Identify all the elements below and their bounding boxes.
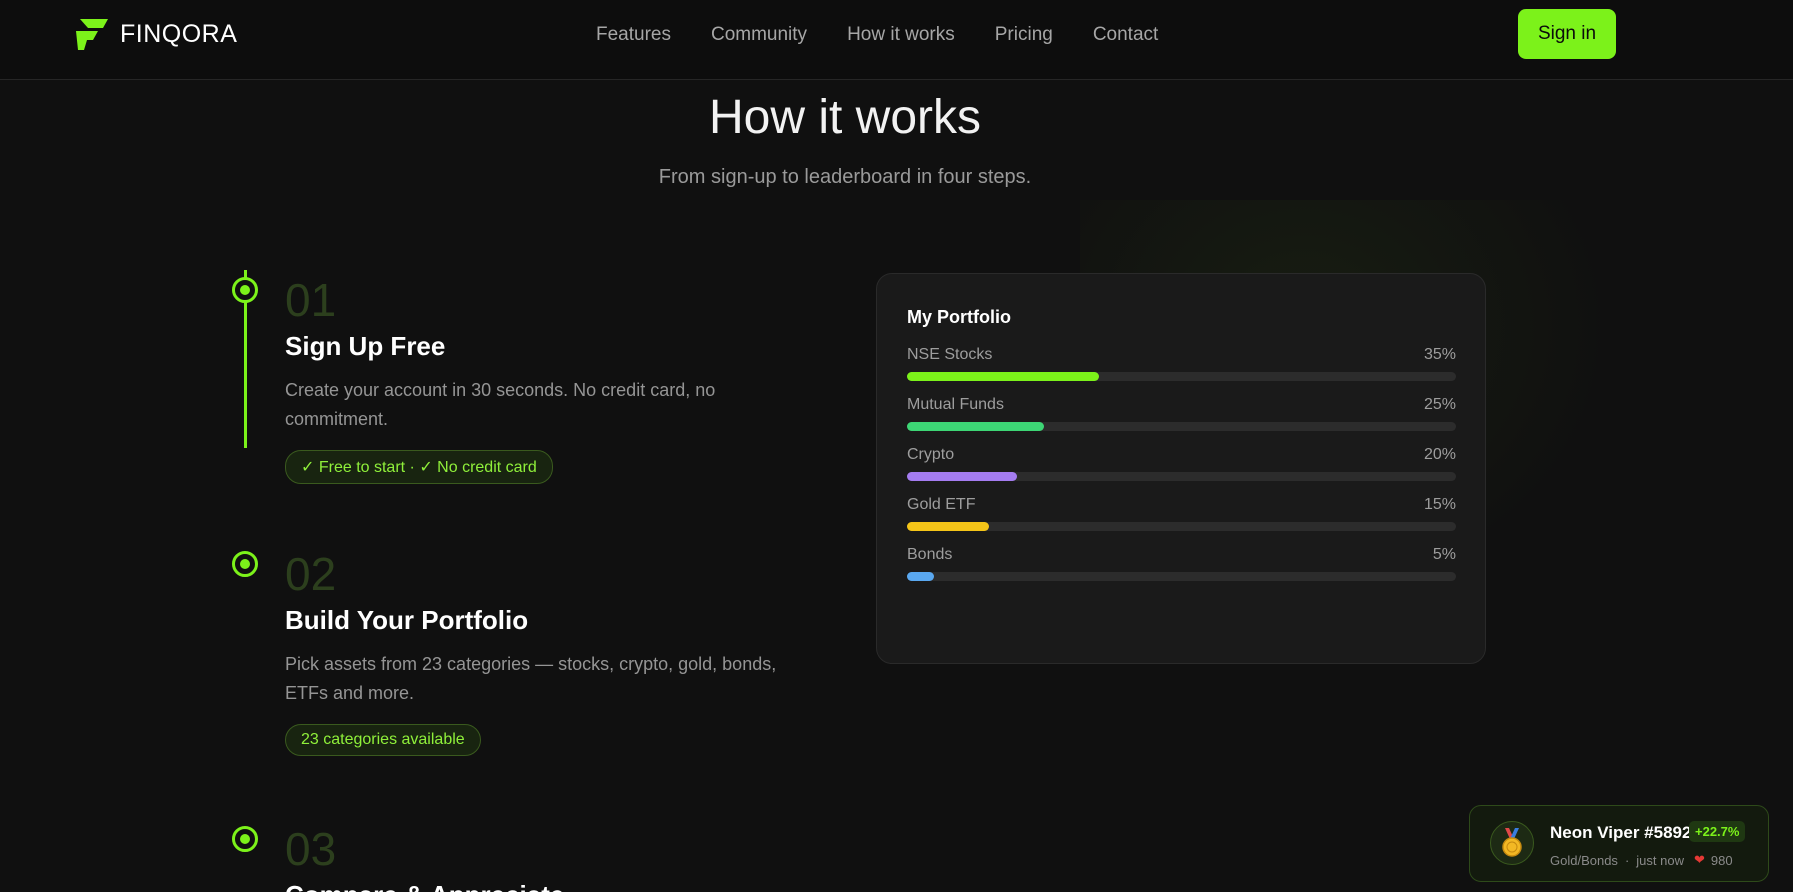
- top-navbar: FINQORA Features Community How it works …: [0, 0, 1793, 80]
- allocation-label: NSE Stocks: [907, 346, 993, 363]
- allocation-gold-etf: Gold ETF 15%: [907, 496, 1456, 531]
- step-2-dot-icon: [232, 551, 258, 577]
- allocation-label: Crypto: [907, 446, 955, 463]
- toast-likes: 980: [1710, 852, 1733, 868]
- finqora-logo-icon: [76, 19, 108, 50]
- step-2: 02 Build Your Portfolio Pick assets from…: [285, 551, 825, 756]
- allocation-percent: 15%: [1423, 496, 1456, 513]
- portfolio-card: My Portfolio NSE Stocks 35% Mutual Funds…: [876, 273, 1486, 664]
- allocation-bar-fill: [907, 422, 1045, 431]
- toast-change-badge: +22.7%: [1689, 821, 1746, 842]
- step-description: Create your account in 30 seconds. No cr…: [285, 380, 716, 429]
- allocation-label: Mutual Funds: [907, 396, 1004, 413]
- logo-text: FINQORA: [120, 19, 238, 48]
- section-subtitle: From sign-up to leaderboard in four step…: [658, 166, 1032, 188]
- allocation-bar-track: [907, 522, 1456, 531]
- allocation-bar-track: [907, 422, 1456, 431]
- allocation-label: Bonds: [907, 546, 953, 563]
- nav-links: Features Community How it works Pricing …: [596, 24, 1198, 46]
- toast-meta: Gold/Bonds · just now ❤ 980: [1550, 852, 1733, 868]
- allocation-nse-stocks: NSE Stocks 35%: [907, 346, 1456, 381]
- allocation-bonds: Bonds 5%: [907, 546, 1456, 581]
- nav-link-how-it-works[interactable]: How it works: [847, 24, 955, 46]
- allocation-bar-fill: [907, 472, 1017, 481]
- step-description: Pick assets from 23 categories — stocks,…: [285, 654, 777, 703]
- allocation-bar-fill: [907, 372, 1100, 381]
- allocation-bar-track: [907, 572, 1456, 581]
- portfolio-title: My Portfolio: [907, 307, 1011, 327]
- step-badge: 23 categories available: [285, 724, 481, 756]
- nav-link-pricing[interactable]: Pricing: [995, 24, 1053, 46]
- allocation-bar-fill: [907, 522, 990, 531]
- allocation-bar-track: [907, 372, 1456, 381]
- allocation-bar-fill: [907, 572, 935, 581]
- logo[interactable]: FINQORA: [74, 17, 237, 51]
- step-3: 03 Compare & Appreciate: [285, 826, 825, 892]
- toast-category: Gold/Bonds: [1550, 852, 1618, 868]
- step-title: Build Your Portfolio: [285, 605, 529, 635]
- nav-link-community[interactable]: Community: [711, 24, 807, 46]
- medal-icon: [1490, 821, 1534, 865]
- separator: ·: [1624, 852, 1630, 868]
- allocation-label: Gold ETF: [907, 496, 976, 513]
- step-number: 02: [285, 548, 337, 600]
- sign-in-button[interactable]: Sign in: [1518, 9, 1616, 59]
- step-badge: ✓ Free to start · ✓ No credit card: [285, 450, 553, 484]
- allocation-percent: 25%: [1423, 396, 1456, 413]
- toast-time: just now: [1636, 852, 1684, 868]
- allocation-percent: 20%: [1423, 446, 1456, 463]
- step-3-dot-icon: [232, 826, 258, 852]
- allocation-mutual-funds: Mutual Funds 25%: [907, 396, 1456, 431]
- step-number: 01: [285, 274, 337, 326]
- step-1: 01 Sign Up Free Create your account in 3…: [285, 277, 825, 484]
- allocation-bar-track: [907, 472, 1456, 481]
- step-title: Compare & Appreciate: [285, 880, 825, 892]
- step-1-dot-icon: [232, 277, 258, 303]
- nav-link-features[interactable]: Features: [596, 24, 671, 46]
- allocation-percent: 5%: [1432, 546, 1456, 563]
- step-number: 03: [285, 823, 337, 875]
- toast-user-name: Neon Viper #5892: [1550, 823, 1692, 842]
- section-title: How it works: [708, 91, 982, 144]
- nav-link-contact[interactable]: Contact: [1093, 24, 1158, 46]
- step-title: Sign Up Free: [285, 331, 446, 361]
- activity-toast[interactable]: Neon Viper #5892 +22.7% Gold/Bonds · jus…: [1469, 805, 1769, 882]
- allocation-percent: 35%: [1423, 346, 1456, 363]
- heart-icon: ❤: [1693, 852, 1705, 867]
- allocation-crypto: Crypto 20%: [907, 446, 1456, 481]
